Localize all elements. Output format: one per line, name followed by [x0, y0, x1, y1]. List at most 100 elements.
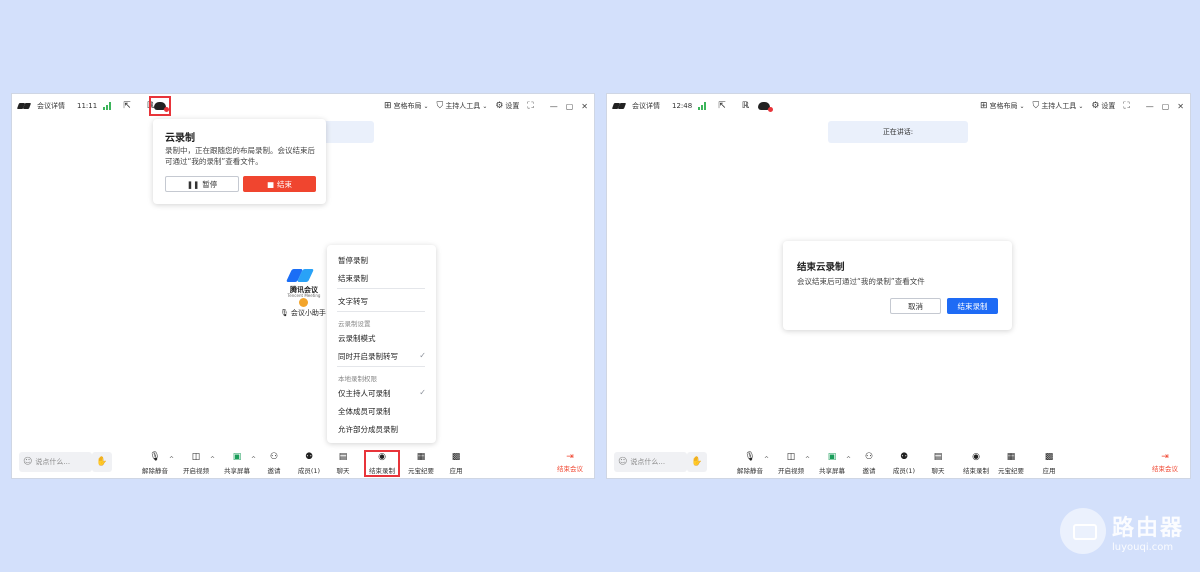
external-window-icon[interactable]: ⇱ [718, 101, 726, 111]
invite-button[interactable]: ⚇ 邀请 [851, 452, 887, 475]
chat-icon: ▤ [338, 452, 348, 462]
cancel-button[interactable]: 取消 [890, 298, 941, 314]
layout-button[interactable]: ⊞ 宫格布局 ⌄ [980, 101, 1025, 111]
settings-button[interactable]: ⚙ 设置 [495, 101, 519, 111]
summary-doc-icon: ▦ [1006, 452, 1016, 462]
avatar [299, 298, 308, 307]
apps-icon: ▩ [451, 452, 461, 462]
external-window-icon[interactable]: ⇱ [123, 101, 131, 111]
chat-button[interactable]: ▤ 聊天 [325, 452, 361, 475]
chevron-up-icon[interactable]: ^ [210, 456, 215, 463]
chevron-down-icon: ⌄ [1019, 102, 1025, 110]
yuanbao-summary-button[interactable]: ▦ 元宝纪要 [403, 452, 439, 475]
menu-divider [337, 366, 425, 367]
end-record-highlight [364, 450, 400, 477]
gear-icon: ⚙ [1091, 101, 1100, 111]
meeting-toolbar: ☺ 说点什么... ✋ 🎙 解除静音 ^ ◫ 开启视频 ^ ▣ 共享屏幕 ^ ⚇ 邀请 ⚉… [12, 447, 594, 478]
cloud-record-icon[interactable] [757, 102, 773, 112]
layout-button[interactable]: ⊞ 宫格布局 ⌄ [384, 101, 429, 111]
end-record-toolbar-button[interactable]: ◉ 结束录制 [958, 452, 994, 475]
stop-icon: ■ [266, 179, 275, 189]
maximize-button[interactable]: ▢ [1162, 102, 1170, 111]
maximize-button[interactable]: ▢ [566, 102, 574, 111]
apps-button[interactable]: ▩ 应用 [1031, 452, 1067, 475]
check-icon: ✓ [419, 351, 426, 360]
start-video-button[interactable]: ◫ 开启视频 [178, 452, 214, 475]
yuanbao-summary-button[interactable]: ▦ 元宝纪要 [993, 452, 1029, 475]
popover-title: 云录制 [165, 133, 195, 144]
speaking-indicator: 正在讲话: [828, 121, 968, 143]
confirm-end-record-button[interactable]: 结束录制 [947, 298, 998, 314]
fullscreen-icon[interactable]: ⛶ [1123, 101, 1129, 111]
chat-button[interactable]: ▤ 聊天 [920, 452, 956, 475]
menu-item-text-transcription[interactable]: 文字转写 [338, 296, 368, 307]
menu-item-host-only[interactable]: 仅主持人可录制 [338, 388, 391, 399]
chat-input[interactable]: ☺ 说点什么... [614, 452, 687, 472]
camera-off-icon: ◫ [786, 452, 796, 462]
record-options-menu: 暂停录制 结束录制 文字转写 云录制设置 云录制模式 同时开启录制转写 ✓ 本地… [327, 245, 436, 443]
invite-button[interactable]: ⚇ 邀请 [256, 452, 292, 475]
meeting-details-link[interactable]: 会议详情 [632, 101, 660, 111]
apps-icon: ▩ [1044, 452, 1054, 462]
fullscreen-icon[interactable]: ⛶ [527, 101, 533, 111]
share-screen-button[interactable]: ▣ 共享屏幕 [219, 452, 255, 475]
check-icon: ✓ [419, 388, 426, 397]
end-cloud-record-dialog: 结束云录制 会议结束后可通过“我的录制”查看文件 取消 结束录制 [783, 241, 1012, 330]
menu-divider [337, 311, 425, 312]
start-video-button[interactable]: ◫ 开启视频 [773, 452, 809, 475]
close-button[interactable]: ✕ [581, 102, 588, 111]
watermark: 路由器 luyouqi.com [1060, 508, 1184, 554]
minimize-button[interactable]: — [1146, 102, 1154, 111]
popover-description: 录制中，正在跟随您的布局录制。会议结束后可通过“我的录制”查看文件。 [165, 146, 315, 166]
chevron-up-icon[interactable]: ^ [805, 456, 810, 463]
menu-item-allow-some[interactable]: 允许部分成员录制 [338, 424, 398, 435]
menu-item-all-members[interactable]: 全体成员可录制 [338, 406, 391, 417]
members-button[interactable]: ⚉ 成员(1) [886, 452, 922, 475]
raise-hand-button[interactable]: ✋ [687, 452, 707, 472]
watermark-en: luyouqi.com [1112, 541, 1174, 553]
end-record-button[interactable]: ■ 结束 [243, 176, 316, 192]
hand-icon: ✋ [96, 457, 108, 467]
cloud-record-popover: 云录制 录制中，正在跟随您的布局录制。会议结束后可通过“我的录制”查看文件。 ❚… [153, 119, 326, 204]
members-button[interactable]: ⚉ 成员(1) [291, 452, 327, 475]
cloud-record-status-button[interactable] [149, 96, 171, 116]
pause-record-button[interactable]: ❚❚ 暂停 [165, 176, 239, 192]
summary-icon[interactable]: ℝ [742, 101, 749, 111]
end-meeting-button[interactable]: ⇥ 结束会议 [1147, 452, 1183, 473]
summary-doc-icon: ▦ [416, 452, 426, 462]
menu-item-enable-transcription[interactable]: 同时开启录制转写 [338, 351, 398, 362]
unmute-button[interactable]: 🎙 解除静音 [137, 452, 173, 475]
menu-item-cloud-record-mode[interactable]: 云录制模式 [338, 333, 376, 344]
host-tools-button[interactable]: ⛉ 主持人工具 ⌄ [1033, 101, 1084, 111]
emoji-icon: ☺ [618, 457, 628, 467]
record-icon: ◉ [972, 452, 980, 462]
menu-item-end-recording[interactable]: 结束录制 [338, 273, 368, 284]
share-screen-button[interactable]: ▣ 共享屏幕 [814, 452, 850, 475]
host-tools-button[interactable]: ⛉ 主持人工具 ⌄ [437, 101, 488, 111]
exit-icon: ⇥ [566, 452, 574, 462]
chevron-down-icon: ⌄ [1078, 102, 1084, 110]
chevron-up-icon[interactable]: ^ [169, 456, 174, 463]
pause-icon: ❚❚ [186, 179, 200, 189]
participant-name: 🎙 会议小助手 [280, 309, 326, 317]
settings-button[interactable]: ⚙ 设置 [1091, 101, 1115, 111]
unmute-button[interactable]: 🎙 解除静音 [732, 452, 768, 475]
minimize-button[interactable]: — [550, 102, 558, 111]
apps-button[interactable]: ▩ 应用 [438, 452, 474, 475]
chevron-up-icon[interactable]: ^ [764, 456, 769, 463]
mic-off-icon: 🎙 [149, 452, 161, 462]
title-bar: 会议详情 12:48 ⇱ ℝ ⊞ 宫格布局 ⌄ ⛉ 主持人工具 ⌄ ⚙ 设置 ⛶ — ▢ … [607, 94, 1190, 118]
meeting-window-right: 会议详情 12:48 ⇱ ℝ ⊞ 宫格布局 ⌄ ⛉ 主持人工具 ⌄ ⚙ 设置 ⛶ — ▢ … [606, 93, 1191, 479]
menu-item-pause-recording[interactable]: 暂停录制 [338, 255, 368, 266]
signal-icon [698, 102, 707, 110]
chat-input[interactable]: ☺ 说点什么... [19, 452, 92, 472]
cloud-record-icon [154, 102, 169, 112]
close-button[interactable]: ✕ [1177, 102, 1184, 111]
title-bar: 会议详情 11:11 ⇱ ℝ ⊞ 宫格布局 ⌄ ⛉ 主持人工具 ⌄ ⚙ 设置 ⛶ — ▢ … [12, 94, 594, 118]
raise-hand-button[interactable]: ✋ [92, 452, 112, 472]
end-meeting-button[interactable]: ⇥ 结束会议 [552, 452, 588, 473]
signal-icon [103, 102, 112, 110]
meeting-details-link[interactable]: 会议详情 [37, 101, 65, 111]
mic-muted-icon: 🎙 [280, 309, 289, 317]
chevron-down-icon: ⌄ [482, 102, 488, 110]
